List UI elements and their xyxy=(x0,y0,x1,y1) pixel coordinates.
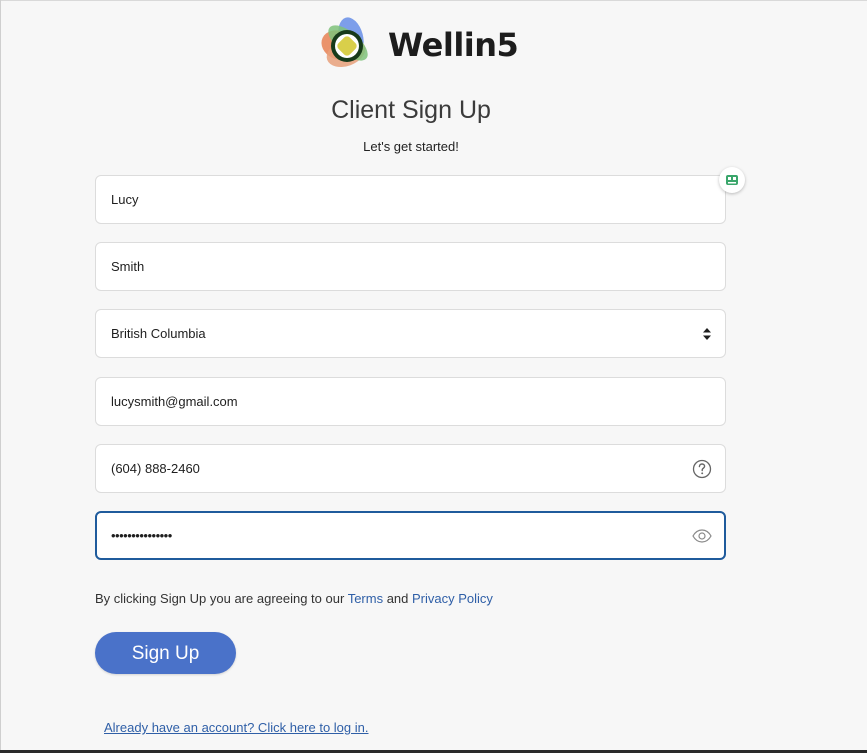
extension-icon xyxy=(726,175,738,185)
agreement-prefix: By clicking Sign Up you are agreeing to … xyxy=(95,591,348,606)
agreement-middle: and xyxy=(383,591,412,606)
login-link[interactable]: Already have an account? Click here to l… xyxy=(104,719,369,736)
province-selected-value: British Columbia xyxy=(111,326,206,341)
terms-link[interactable]: Terms xyxy=(348,591,383,606)
select-arrows-icon xyxy=(703,327,711,340)
first-name-value: Lucy xyxy=(111,192,139,207)
phone-field[interactable]: (604) 888-2460 xyxy=(95,444,726,493)
last-name-value: Smith xyxy=(111,259,145,274)
eye-icon[interactable] xyxy=(692,528,712,543)
top-border xyxy=(0,0,867,1)
brand-name: Wellin5 xyxy=(388,26,519,64)
phone-value: (604) 888-2460 xyxy=(111,461,200,476)
province-select[interactable]: British Columbia xyxy=(95,309,726,358)
brand-logo: Wellin5 xyxy=(318,15,519,77)
wellin5-logo-icon xyxy=(321,17,368,68)
password-field[interactable]: ••••••••••••••• xyxy=(95,511,726,560)
email-field[interactable]: lucysmith@gmail.com xyxy=(95,377,726,426)
help-icon[interactable] xyxy=(692,459,712,479)
page-title: Client Sign Up xyxy=(331,96,491,124)
email-value: lucysmith@gmail.com xyxy=(111,394,238,409)
last-name-field[interactable]: Smith xyxy=(95,242,726,291)
page-subtitle: Let's get started! xyxy=(363,139,459,154)
sign-up-button[interactable]: Sign Up xyxy=(95,632,236,674)
first-name-field[interactable]: Lucy xyxy=(95,175,726,224)
grammar-extension-badge[interactable] xyxy=(719,167,745,193)
privacy-policy-link[interactable]: Privacy Policy xyxy=(412,591,493,606)
terms-agreement: By clicking Sign Up you are agreeing to … xyxy=(95,590,493,607)
password-value: ••••••••••••••• xyxy=(111,528,172,543)
